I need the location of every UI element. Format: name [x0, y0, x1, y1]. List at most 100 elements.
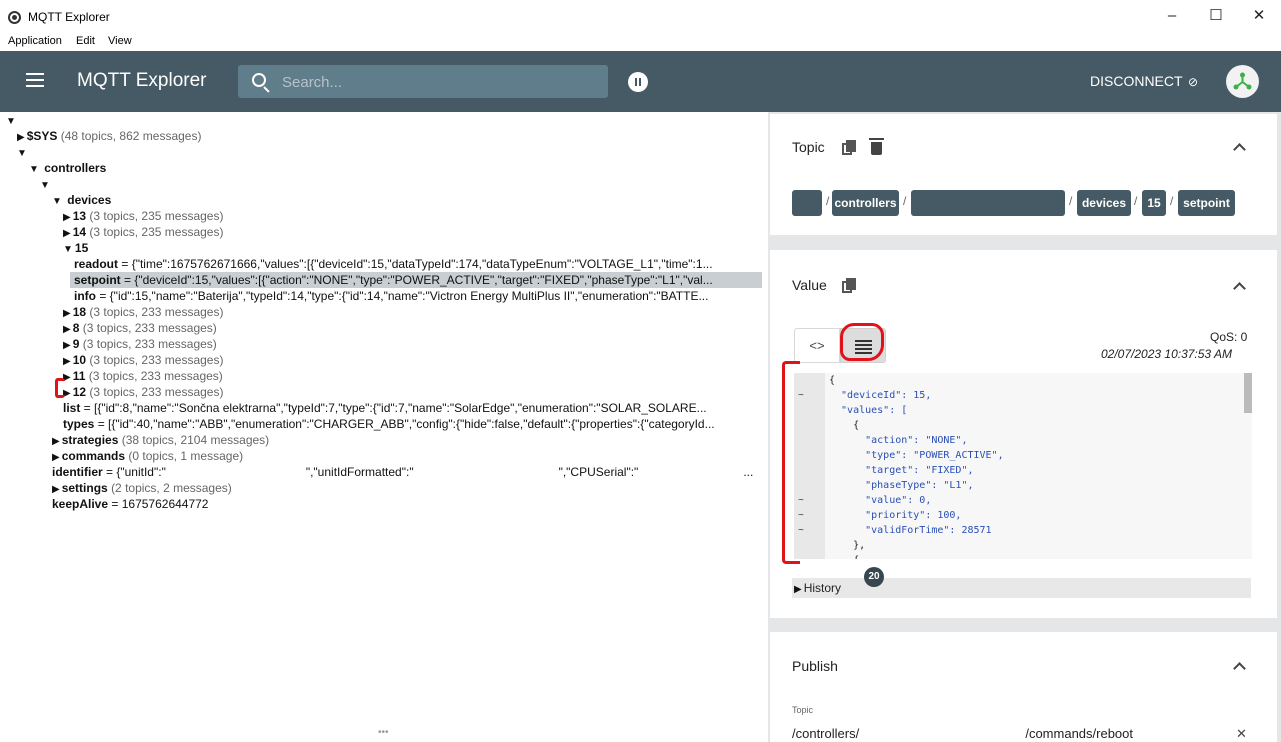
topic-crumb-controller-id[interactable]: [911, 190, 1065, 216]
tree-node-readout[interactable]: readout = {"time":1675762671666,"values"…: [74, 256, 762, 272]
delete-icon[interactable]: [869, 138, 884, 155]
tree-node-14[interactable]: ▶ 14 (3 topics, 235 messages): [63, 224, 223, 240]
menu-application[interactable]: Application: [8, 35, 62, 47]
redacted-block: [165, 466, 306, 479]
menu-edit[interactable]: Edit: [76, 35, 95, 47]
topic-crumb-controllers[interactable]: controllers: [832, 190, 899, 216]
tree-node-controllers[interactable]: ▼ controllers: [29, 160, 106, 176]
details-panel: Topic / controllers / / devices / 15 / s…: [768, 112, 1281, 742]
code-line: "validForTime": 28571: [829, 525, 992, 536]
topic-tree: ▼ ▶ $SYS (48 topics, 862 messages) ▼ ▼ co…: [0, 112, 765, 742]
tree-node-unnamed[interactable]: ▼: [17, 144, 29, 160]
collapse-icon[interactable]: ▶: [63, 322, 71, 336]
value-card: Value <> QoS: 0 02/07/2023 10:37:53 AM ~…: [770, 250, 1277, 618]
app-icon: [8, 11, 21, 24]
search-input[interactable]: [282, 72, 592, 92]
expand-icon[interactable]: ▼: [52, 194, 62, 208]
history-toggle[interactable]: ▶ History: [792, 578, 1251, 598]
topic-crumb-15[interactable]: 15: [1142, 190, 1166, 216]
tree-node-8[interactable]: ▶ 8 (3 topics, 233 messages): [63, 320, 217, 336]
close-button[interactable]: ✕: [1241, 4, 1277, 28]
code-line: {: [829, 420, 860, 431]
redacted-block: [638, 466, 744, 479]
publish-title: Publish: [792, 658, 838, 674]
publish-card: Publish Topic ✕: [770, 632, 1277, 742]
expand-icon[interactable]: ▼: [40, 178, 50, 192]
tree-node-commands[interactable]: ▶ commands (0 topics, 1 message): [52, 448, 243, 464]
code-line: {: [829, 375, 836, 386]
collapse-icon: ▶: [794, 584, 802, 595]
chevron-up-icon[interactable]: [1233, 143, 1246, 156]
tree-node-strategies[interactable]: ▶ strategies (38 topics, 2104 messages): [52, 432, 269, 448]
minimize-button[interactable]: –: [1154, 4, 1190, 28]
topic-crumb-root[interactable]: [792, 190, 822, 216]
menu-bar: Application Edit View: [0, 33, 1281, 51]
copy-icon[interactable]: [842, 140, 856, 155]
tree-node-identifier[interactable]: identifier = {"unitId":" ","unitIdFormatt…: [52, 464, 762, 480]
value-title: Value: [792, 277, 827, 293]
collapse-icon[interactable]: ▶: [17, 130, 25, 144]
expand-icon[interactable]: ▼: [6, 114, 16, 128]
qos-label: QoS: 0: [1210, 330, 1248, 344]
tree-node-info[interactable]: info = {"id":15,"name":"Baterija","typeI…: [74, 288, 762, 304]
tree-root[interactable]: ▼: [6, 112, 18, 128]
tree-node-controller-id[interactable]: ▼: [40, 176, 52, 192]
tree-node-types[interactable]: types = [{"id":40,"name":"ABB","enumerat…: [63, 416, 762, 432]
collapse-icon[interactable]: ▶: [63, 354, 71, 368]
tree-node-settings[interactable]: ▶ settings (2 topics, 2 messages): [52, 480, 232, 496]
avatar[interactable]: [1226, 65, 1259, 98]
tree-node-list[interactable]: list = [{"id":8,"name":"Sončna elektrarn…: [63, 400, 762, 416]
topic-title: Topic: [792, 139, 825, 155]
crumb-separator: /: [1134, 194, 1138, 208]
topic-crumb-devices[interactable]: devices: [1077, 190, 1131, 216]
expand-icon[interactable]: ▼: [17, 146, 27, 160]
collapse-icon[interactable]: ▶: [63, 210, 71, 224]
search-box[interactable]: [238, 65, 608, 98]
expand-icon[interactable]: ▼: [29, 162, 39, 176]
pause-icon[interactable]: [628, 72, 648, 92]
menu-icon[interactable]: [26, 73, 44, 89]
disconnect-button[interactable]: DISCONNECT: [1090, 73, 1183, 89]
horizontal-splitter-handle[interactable]: •••: [378, 727, 389, 738]
tree-node-13[interactable]: ▶ 13 (3 topics, 235 messages): [63, 208, 223, 224]
code-line: "type": "POWER_ACTIVE",: [829, 450, 1004, 461]
copy-icon[interactable]: [842, 278, 856, 293]
code-view-toggle[interactable]: <>: [794, 328, 840, 363]
maximize-button[interactable]: ☐: [1198, 4, 1234, 28]
chevron-up-icon[interactable]: [1233, 662, 1246, 675]
menu-view[interactable]: View: [108, 35, 132, 47]
code-line: "phaseType": "L1",: [829, 480, 974, 491]
topic-crumb-setpoint[interactable]: setpoint: [1178, 190, 1235, 216]
code-line: },: [829, 540, 866, 551]
code-line: "priority": 100,: [829, 510, 962, 521]
collapse-icon[interactable]: ▶: [52, 482, 60, 496]
publish-topic-input[interactable]: [792, 724, 1232, 742]
collapse-icon[interactable]: ▶: [63, 306, 71, 320]
app-bar: MQTT Explorer DISCONNECT ⊘: [0, 51, 1281, 112]
tree-node-devices[interactable]: ▼ devices: [52, 192, 111, 208]
topic-card: Topic / controllers / / devices / 15 / s…: [770, 114, 1277, 235]
collapse-icon[interactable]: ▶: [52, 450, 60, 464]
chevron-up-icon[interactable]: [1233, 282, 1246, 295]
tree-node-sys[interactable]: ▶ $SYS (48 topics, 862 messages): [17, 128, 201, 144]
publish-topic-label: Topic: [792, 705, 814, 715]
tree-node-11[interactable]: ▶ 11 (3 topics, 233 messages): [63, 368, 223, 384]
crumb-separator: /: [826, 194, 830, 208]
tree-node-12[interactable]: ▶ 12 (3 topics, 233 messages): [63, 384, 223, 400]
tree-node-setpoint[interactable]: setpoint = {"deviceId":15,"values":[{"ac…: [70, 272, 762, 288]
tree-node-9[interactable]: ▶ 9 (3 topics, 233 messages): [63, 336, 217, 352]
editor-scrollbar[interactable]: [1244, 373, 1252, 413]
collapse-icon[interactable]: ▶: [52, 434, 60, 448]
tree-node-10[interactable]: ▶ 10 (3 topics, 233 messages): [63, 352, 223, 368]
mqtt-explorer-window: MQTT Explorer – ☐ ✕ Application Edit Vie…: [0, 0, 1281, 742]
tree-node-15[interactable]: ▼ 15: [63, 240, 88, 256]
cloud-off-icon[interactable]: ⊘: [1188, 75, 1198, 89]
tree-node-18[interactable]: ▶ 18 (3 topics, 233 messages): [63, 304, 223, 320]
expand-icon[interactable]: ▼: [63, 242, 73, 256]
title-bar: MQTT Explorer – ☐ ✕: [0, 0, 1281, 33]
tree-node-keepalive[interactable]: keepAlive = 1675762644772: [52, 496, 208, 512]
collapse-icon[interactable]: ▶: [63, 226, 71, 240]
collapse-icon[interactable]: ▶: [63, 338, 71, 352]
clear-icon[interactable]: ✕: [1236, 726, 1247, 742]
json-editor[interactable]: ~ ~ ~ ~ { "deviceId": 15, "values": [ { …: [794, 373, 1252, 559]
